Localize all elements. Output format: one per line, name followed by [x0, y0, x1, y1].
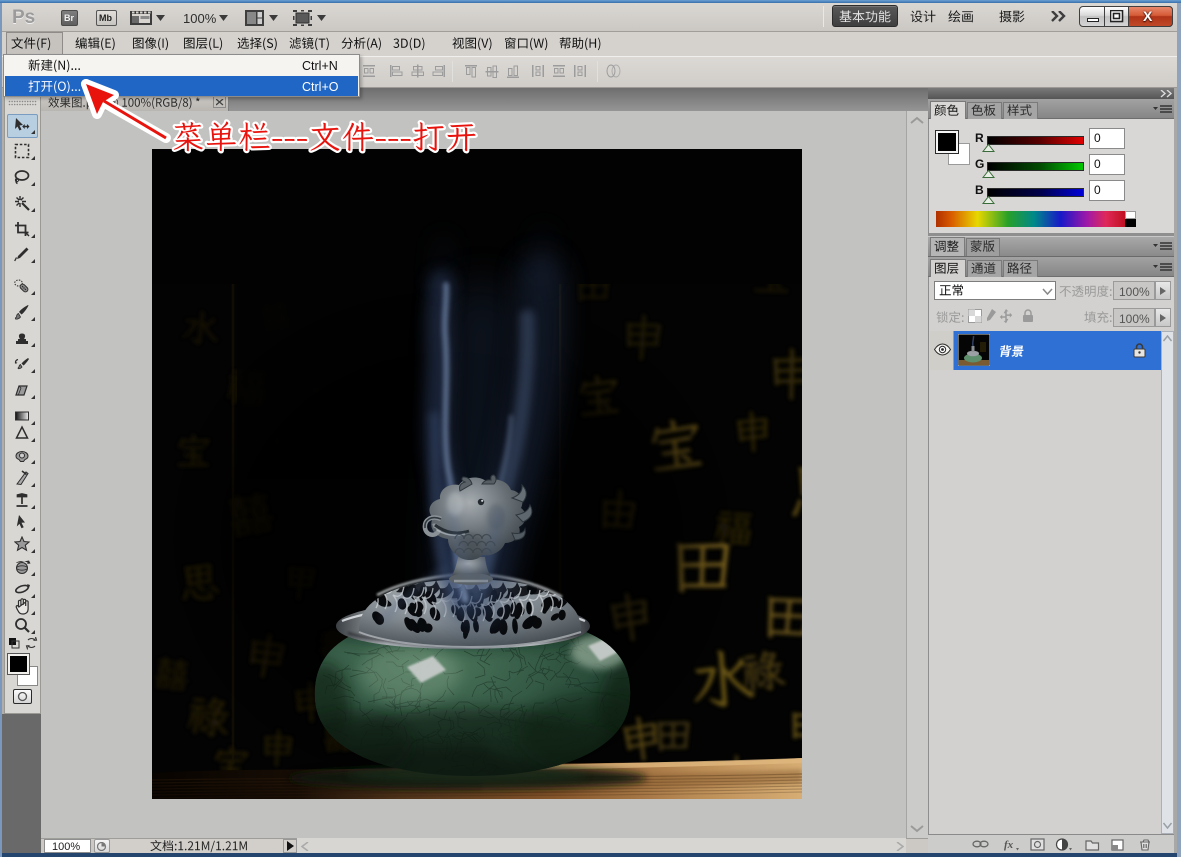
svg-text:fx: fx: [1004, 839, 1014, 851]
